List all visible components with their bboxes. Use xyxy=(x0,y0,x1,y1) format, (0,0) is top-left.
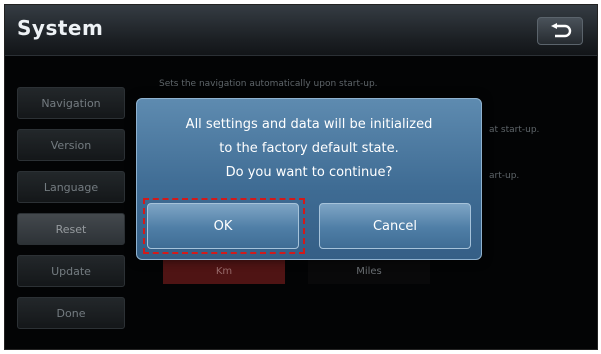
header-bar: System xyxy=(5,5,597,56)
cancel-button[interactable]: Cancel xyxy=(319,203,471,249)
dialog-message-line: to the factory default state. xyxy=(219,141,399,156)
back-arrow-icon xyxy=(548,23,572,39)
cancel-button-label: Cancel xyxy=(372,218,418,234)
back-button[interactable] xyxy=(537,17,583,45)
page-title: System xyxy=(17,16,104,40)
dialog-message-line: Do you want to continue? xyxy=(225,165,393,180)
ok-button-highlight xyxy=(143,198,305,254)
head-unit-screen: System Navigation Version Language Reset… xyxy=(4,4,598,350)
dialog-message-line: All settings and data will be initialize… xyxy=(185,117,433,132)
